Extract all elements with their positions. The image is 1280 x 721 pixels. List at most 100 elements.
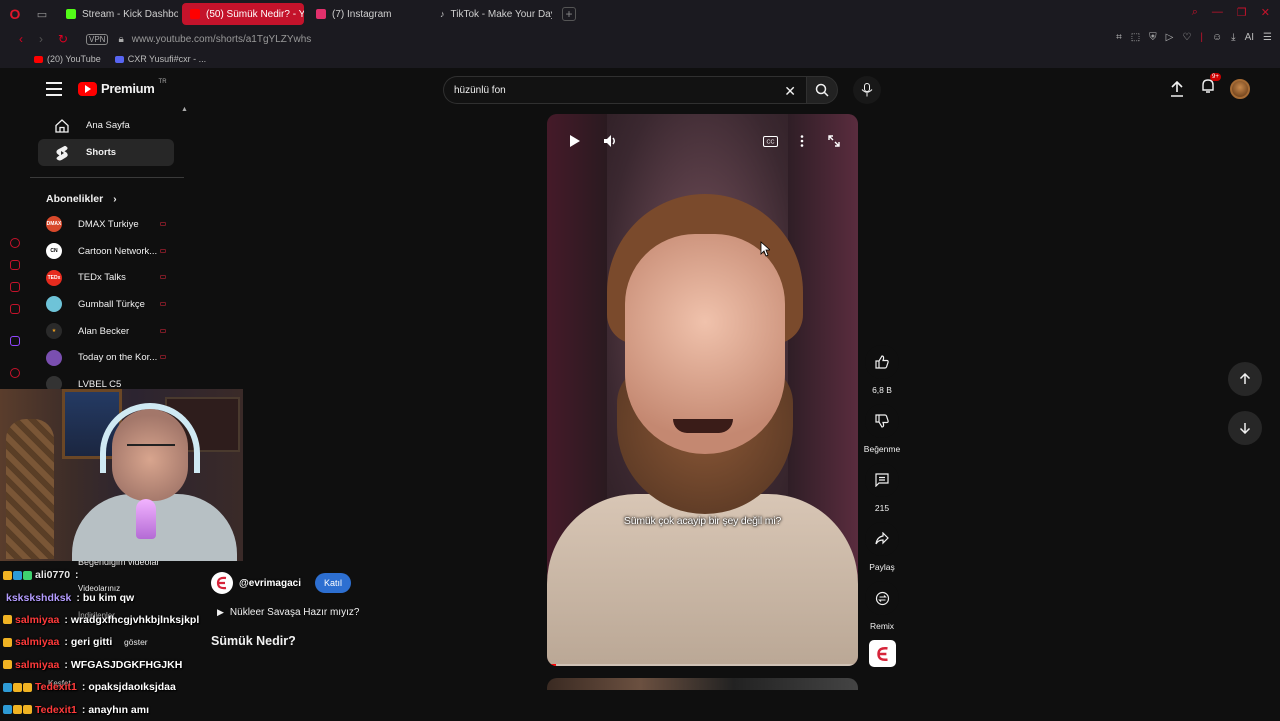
sidebar-mail-icon[interactable] — [10, 304, 20, 314]
next-short-button[interactable] — [1228, 411, 1262, 445]
comments-action[interactable]: 215 — [862, 463, 902, 513]
comment-count: 215 — [874, 503, 890, 513]
new-tab-button[interactable]: + — [562, 7, 576, 21]
playlist-link[interactable]: ▶ Nükleer Savaşa Hazır mıyız? — [217, 607, 359, 618]
chat-username[interactable]: Tedexit1 — [35, 681, 77, 693]
subscription-item[interactable]: ★ Alan Becker — [30, 318, 184, 345]
search-button[interactable] — [806, 76, 838, 104]
sidebar-item-shorts[interactable]: Shorts — [38, 139, 174, 166]
chat-username[interactable]: kskskshdksk — [6, 592, 71, 604]
chat-username[interactable]: salmiyaa — [15, 659, 59, 671]
chat-text: bu kim qw — [82, 591, 135, 604]
dislike-label: Beğenme — [863, 444, 901, 454]
tab-overview-icon[interactable]: ▭ — [30, 8, 54, 21]
tab-label: TikTok - Make Your Day — [450, 8, 553, 20]
volume-button[interactable] — [601, 132, 619, 150]
bookmarks-bar: (20) YouTube CXR Yusufi#cxr - ... — [0, 50, 1280, 68]
subscriptions-header[interactable]: Abonelikler › — [30, 187, 184, 211]
search-input[interactable]: hüzünlü fon ✕ — [443, 76, 806, 104]
sidebar-messenger-icon[interactable] — [10, 260, 20, 270]
aria-ai-button[interactable]: AI — [1245, 32, 1254, 43]
url-field[interactable]: www.youtube.com/shorts/a1TgYLZYwhs — [132, 34, 312, 45]
tab-instagram[interactable]: (7) Instagram — [308, 3, 428, 25]
opera-logo-icon[interactable]: O — [0, 0, 30, 28]
subscription-item[interactable]: TEDx TEDx Talks — [30, 264, 184, 291]
remix-action[interactable]: Remix — [862, 581, 902, 631]
comments-button[interactable] — [865, 463, 899, 497]
chat-badges — [3, 705, 32, 715]
reload-icon[interactable]: ↻ — [54, 32, 72, 46]
search-tabs-icon[interactable]: ⌕ — [1192, 6, 1198, 19]
bookmark-youtube[interactable]: (20) YouTube — [34, 54, 101, 64]
sidebar-twitch-icon[interactable] — [10, 336, 20, 346]
account-avatar[interactable] — [1230, 78, 1250, 99]
menu-icon[interactable] — [46, 82, 62, 96]
profile-icon[interactable]: ☺ — [1212, 32, 1222, 43]
subscription-item[interactable]: Today on the Kor... — [30, 344, 184, 371]
forward-icon[interactable]: › — [32, 32, 50, 46]
channel-name: Cartoon Network... — [78, 245, 158, 257]
chat-text: anayhın amı — [88, 703, 150, 716]
previous-short-button[interactable] — [1228, 362, 1262, 396]
sidebar-history-icon[interactable] — [10, 368, 20, 378]
youtube-premium-logo[interactable]: Premium TR — [78, 79, 167, 96]
minimize-icon[interactable]: — — [1212, 6, 1223, 19]
subscription-item[interactable]: DMAX DMAX Turkiye — [30, 211, 184, 238]
vpn-badge[interactable]: VPN — [86, 33, 109, 45]
bookmark-icon[interactable]: ⌗ — [1116, 32, 1122, 43]
bookmark-discord[interactable]: CXR Yusufi#cxr - ... — [114, 54, 206, 64]
captions-button[interactable]: CC — [761, 132, 779, 150]
subscription-item[interactable]: CN Cartoon Network... — [30, 238, 184, 265]
tab-kick[interactable]: Stream - Kick Dashboard — [58, 3, 178, 25]
chat-badge-icon — [3, 637, 12, 647]
volume-icon — [604, 135, 615, 147]
video-progress-fill — [547, 664, 557, 666]
arrow-up-icon — [1239, 373, 1251, 384]
easy-setup-icon[interactable]: ☰ — [1263, 32, 1272, 43]
upload-icon[interactable] — [1168, 80, 1186, 97]
play-button[interactable] — [565, 132, 583, 150]
chat-username[interactable]: salmiyaa — [15, 636, 59, 648]
channel-name[interactable]: @evrimagaci — [239, 578, 301, 589]
tab-tiktok[interactable]: ♪ TikTok - Make Your Day — [432, 3, 552, 25]
sidebar-instagram-icon[interactable] — [10, 282, 20, 292]
notifications-button[interactable]: 9+ — [1200, 73, 1221, 99]
channel-avatar: ★ — [46, 323, 62, 340]
subscription-item[interactable]: Gumball Türkçe — [30, 291, 184, 318]
fullscreen-button[interactable] — [825, 132, 843, 150]
like-action[interactable]: 6,8 B — [862, 345, 902, 395]
next-short-preview[interactable] — [547, 678, 858, 690]
chat-username[interactable]: salmiyaa — [15, 614, 59, 626]
chat-username[interactable]: Tedexit1 — [35, 704, 77, 716]
maximize-icon[interactable]: ❐ — [1237, 6, 1247, 19]
share-button[interactable] — [865, 522, 899, 556]
heart-icon[interactable]: ♡ — [1182, 32, 1191, 43]
adblock-icon[interactable]: ⛨ — [1149, 32, 1157, 43]
clear-search-icon[interactable]: ✕ — [784, 83, 796, 100]
close-icon[interactable]: ✕ — [1261, 6, 1270, 19]
download-icon[interactable]: ⤓ — [1231, 32, 1235, 43]
channel-thumbnail[interactable] — [869, 640, 896, 667]
shorts-player[interactable]: CC Sümük çok acayip bir şey değil mi? — [547, 114, 858, 666]
evrim-agaci-logo-icon — [876, 646, 888, 661]
tab-youtube[interactable]: (50) Sümük Nedir? - YouT — [182, 3, 304, 25]
sidebar-ai-icon[interactable] — [10, 238, 20, 248]
join-button[interactable]: Katıl — [315, 573, 352, 593]
dislike-button[interactable] — [865, 404, 899, 438]
video-progress-bar[interactable] — [547, 664, 858, 666]
like-button[interactable] — [865, 345, 899, 379]
chat-username[interactable]: ali0770 — [35, 569, 70, 581]
player-icon[interactable]: ▷ — [1166, 32, 1174, 43]
lock-icon[interactable]: 🔒︎ — [118, 34, 123, 45]
snapshot-icon[interactable]: ⬚ — [1131, 32, 1140, 43]
voice-search-button[interactable] — [853, 76, 881, 104]
chevron-right-icon: › — [113, 193, 117, 205]
playlist-title: Nükleer Savaşa Hazır mıyız? — [229, 607, 360, 618]
more-options-button[interactable] — [793, 132, 811, 150]
share-action[interactable]: Paylaş — [862, 522, 902, 572]
sidebar-item-home[interactable]: Ana Sayfa — [38, 112, 174, 139]
back-icon[interactable]: ‹ — [12, 32, 30, 46]
channel-avatar[interactable] — [211, 572, 233, 594]
dislike-action[interactable]: Beğenme — [862, 404, 902, 454]
remix-button[interactable] — [865, 581, 899, 615]
